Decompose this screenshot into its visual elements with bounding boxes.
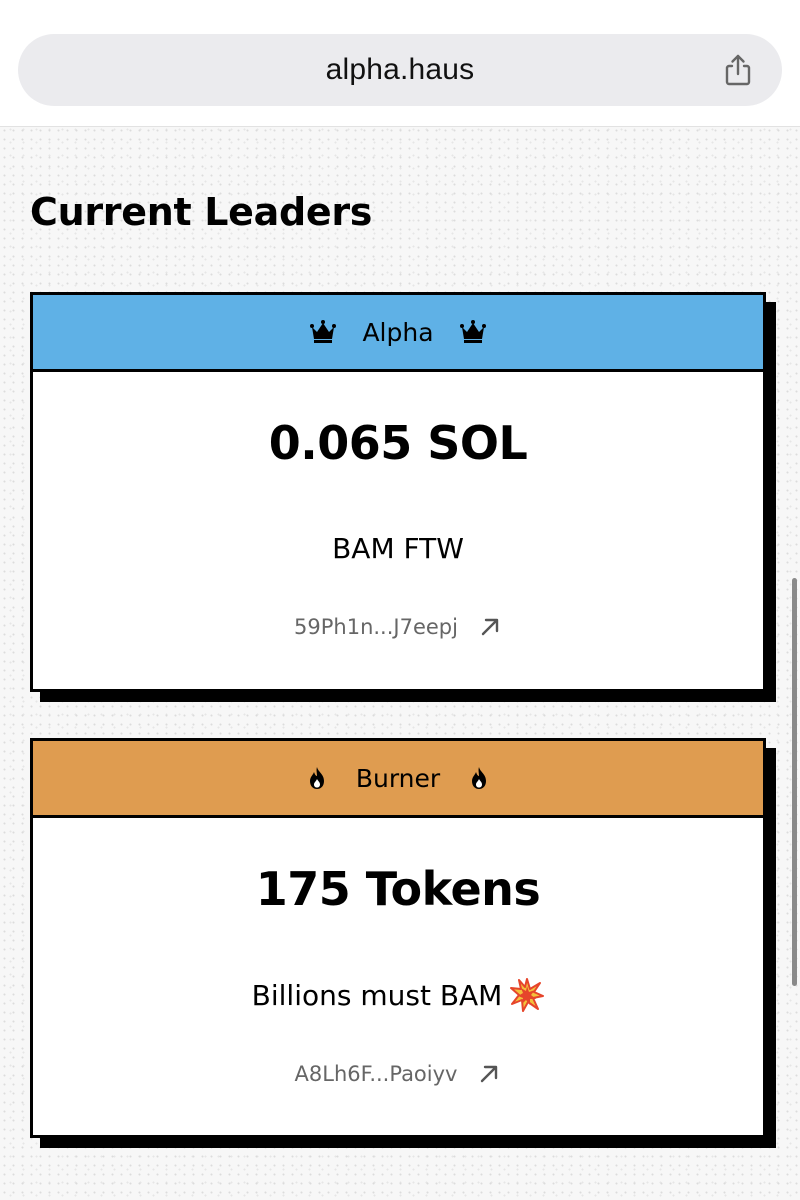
leader-value: 175 Tokens xyxy=(255,862,541,916)
address-bar[interactable]: alpha.haus xyxy=(18,34,782,106)
leader-value: 0.065 SOL xyxy=(268,416,528,470)
leader-message: Billions must BAM xyxy=(33,978,763,1012)
card-category-label: Alpha xyxy=(362,317,434,347)
wallet-address-link[interactable]: A8Lh6F...Paoiyv xyxy=(33,1062,763,1086)
card-header-alpha: Alpha xyxy=(33,295,763,372)
leader-card-alpha: Alpha 0.065 SOL BAM FTW 59Ph1n...J7eepj xyxy=(30,292,766,692)
wallet-address-link[interactable]: 59Ph1n...J7eepj xyxy=(33,615,763,639)
external-link-icon[interactable] xyxy=(477,1062,501,1086)
leader-message: BAM FTW xyxy=(33,532,763,565)
page-scrollbar[interactable] xyxy=(792,578,797,986)
wallet-address[interactable]: 59Ph1n...J7eepj xyxy=(294,615,458,639)
browser-toolbar: alpha.haus xyxy=(0,0,800,127)
card-category-label: Burner xyxy=(355,763,441,793)
fire-icon xyxy=(309,767,324,789)
external-link-icon[interactable] xyxy=(478,615,502,639)
card-header-burner: Burner xyxy=(33,741,763,818)
wallet-address[interactable]: A8Lh6F...Paoiyv xyxy=(295,1062,458,1086)
leader-message-text: Billions must BAM xyxy=(251,978,503,1012)
leader-card-burner: Burner 175 Tokens Billions must BAM A8Lh… xyxy=(30,738,766,1138)
share-button[interactable] xyxy=(720,52,756,88)
leader-message-text: BAM FTW xyxy=(332,532,464,565)
collision-icon xyxy=(510,978,545,1012)
crown-icon xyxy=(310,320,337,343)
section-title: Current Leaders xyxy=(30,190,373,234)
url-text[interactable]: alpha.haus xyxy=(18,34,782,106)
crown-icon xyxy=(459,320,486,343)
share-icon xyxy=(725,54,751,86)
fire-icon xyxy=(472,767,487,789)
